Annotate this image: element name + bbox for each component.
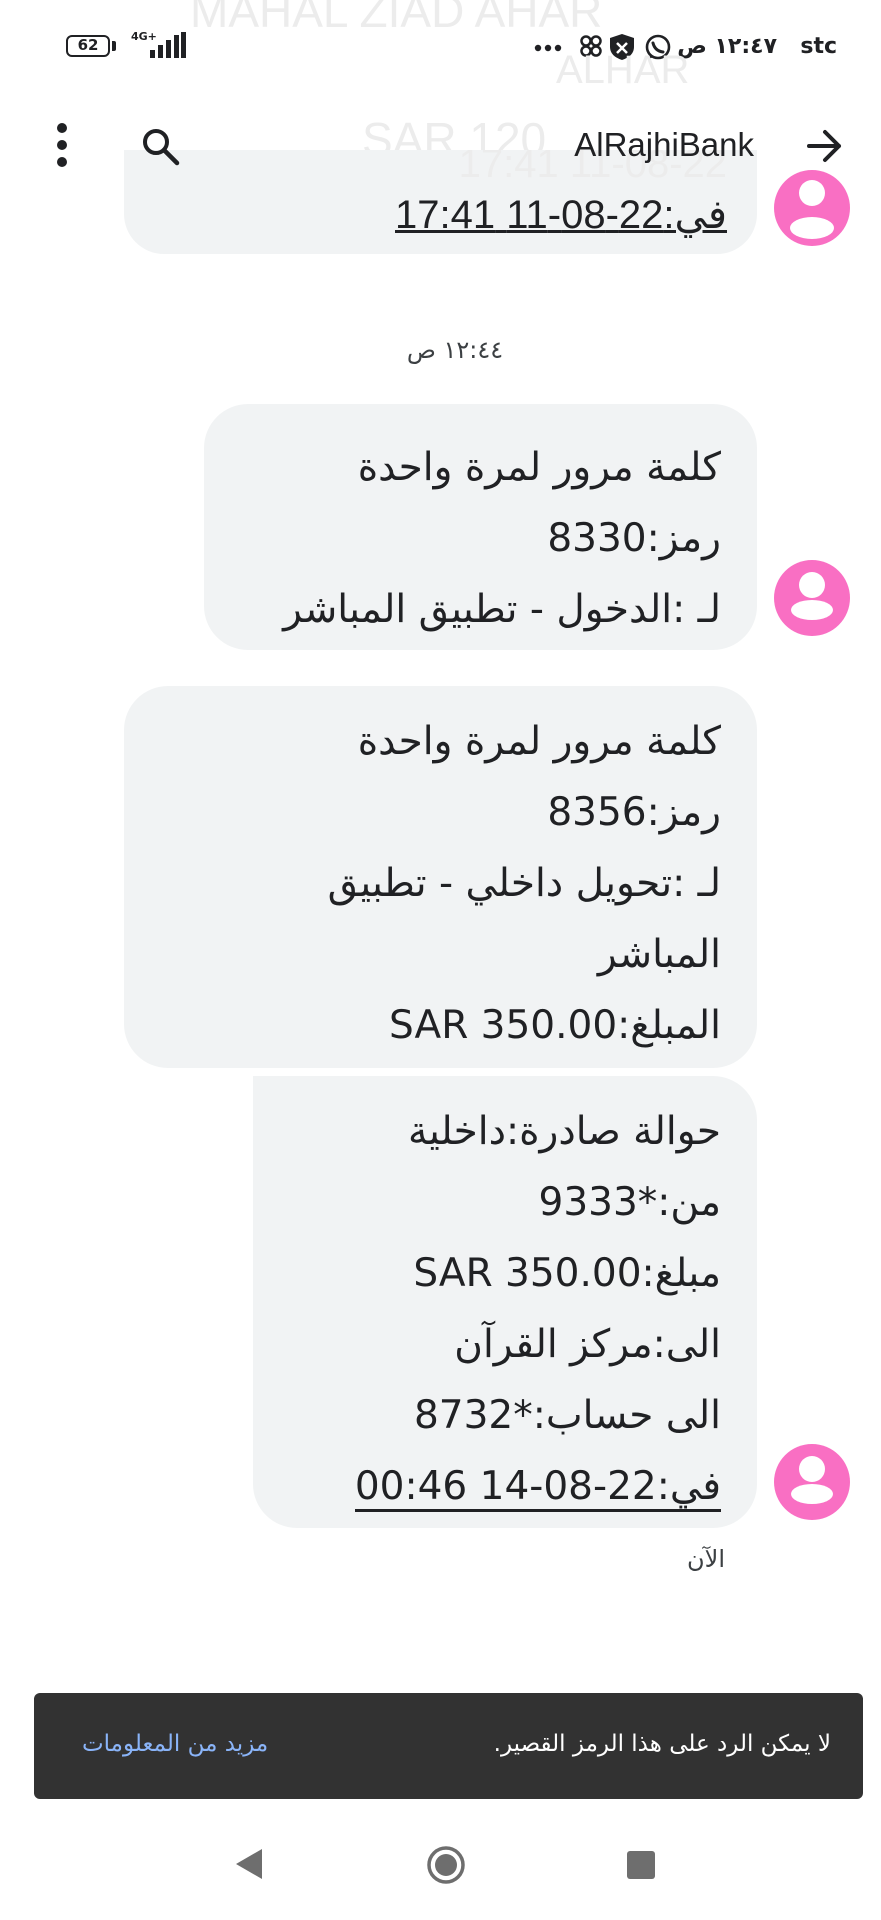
message-bubble[interactable]: حوالة صادرة:داخلية من:*9333 مبلغ:SAR 350… — [253, 1076, 757, 1528]
person-icon — [790, 180, 834, 239]
sender-avatar — [774, 560, 850, 636]
message-date-link[interactable]: في:22-08-14 00:46 — [354, 1464, 721, 1512]
more-vert-icon[interactable] — [52, 122, 72, 168]
message-line: الى حساب:*8732 — [413, 1393, 721, 1438]
person-icon — [791, 1456, 833, 1504]
message-line: المباشر — [597, 932, 721, 977]
message-bubble[interactable]: كلمة مرور لمرة واحدة رمز:8356 لـ :تحويل … — [124, 686, 757, 1068]
sender-avatar — [774, 170, 850, 246]
search-icon[interactable] — [140, 126, 180, 166]
message-line: الى:مركز القرآن — [454, 1322, 721, 1367]
carrier-name: stc — [800, 34, 837, 59]
message-line: كلمة مرور لمرة واحدة — [357, 445, 721, 490]
app-bar: AlRajhiBank — [0, 92, 881, 202]
message-line: لـ :تحويل داخلي - تطبيق — [327, 861, 721, 906]
nav-recents-icon[interactable] — [627, 1851, 655, 1879]
arrow-forward-icon[interactable] — [805, 126, 845, 166]
battery-tip — [112, 41, 116, 51]
message-line: رمز:8330 — [547, 516, 721, 561]
nav-home-icon[interactable] — [426, 1845, 466, 1885]
ghost-header-line-2: ALHAR — [556, 48, 690, 92]
status-time: ١٢:٤٧ ص — [677, 34, 777, 59]
message-line: كلمة مرور لمرة واحدة — [357, 719, 721, 764]
message-timestamp: ١٢:٤٤ ص — [406, 336, 504, 364]
message-line: من:*9333 — [538, 1180, 721, 1225]
message-line: لـ :الدخول - تطبيق المباشر — [283, 587, 721, 632]
contact-name: AlRajhiBank — [574, 126, 754, 163]
nav-back-icon[interactable] — [234, 1847, 264, 1881]
message-date-line[interactable]: في:22-08-14 00:46 — [289, 1451, 721, 1522]
signal-strength-icon — [150, 32, 186, 58]
navigation-bar — [0, 1817, 881, 1920]
message-line: رمز:8356 — [547, 790, 721, 835]
battery-level: 62 — [77, 36, 99, 54]
message-line: المبلغ:SAR 350.00 — [389, 1003, 721, 1048]
message-line: مبلغ:SAR 350.00 — [413, 1251, 721, 1296]
sender-avatar — [774, 1444, 850, 1520]
snackbar-message: لا يمكن الرد على هذا الرمز القصير. — [493, 1731, 831, 1757]
message-line: حوالة صادرة:داخلية — [408, 1109, 721, 1154]
snackbar: مزيد من المعلومات لا يمكن الرد على هذا ا… — [34, 1693, 863, 1799]
ghost-header-line-1: MAHAL ZIAD AHAR — [190, 0, 603, 37]
message-status: الآن — [687, 1545, 725, 1573]
person-icon — [791, 572, 833, 620]
message-bubble[interactable]: كلمة مرور لمرة واحدة رمز:8330 لـ :الدخول… — [204, 404, 757, 650]
more-info-button[interactable]: مزيد من المعلومات — [82, 1731, 268, 1757]
battery-icon: 62 — [66, 35, 110, 57]
